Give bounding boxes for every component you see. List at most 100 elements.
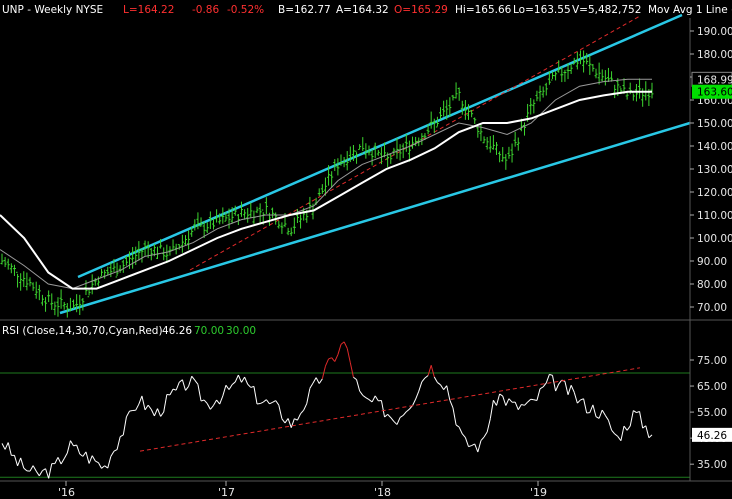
- rsi-segment: [415, 391, 420, 400]
- price-tick-label: 190.00: [697, 26, 732, 38]
- rsi-segment: [393, 421, 398, 425]
- rsi-segment: [371, 395, 376, 403]
- price-bar: [395, 138, 399, 159]
- symbol-label: UNP - Weekly NYSE: [2, 4, 103, 16]
- price-tick-label: 130.00: [697, 164, 732, 176]
- price-bar: [320, 184, 324, 194]
- price-bar: [501, 147, 505, 162]
- rsi-pane: [0, 341, 690, 479]
- price-bar: [414, 136, 418, 147]
- rsi-segment: [306, 388, 311, 404]
- price-box-last-label: 163.60: [697, 87, 732, 99]
- rsi-segment: [477, 440, 482, 453]
- price-bar: [610, 71, 614, 82]
- rsi-segment: [604, 415, 609, 421]
- rsi-segment: [60, 458, 65, 465]
- rsi-segment: [73, 444, 77, 447]
- price-bar: [118, 265, 122, 273]
- price-bar: [90, 274, 94, 295]
- rsi-segment: [489, 400, 494, 419]
- price-pane: [0, 13, 691, 318]
- rsi-segment: [471, 443, 475, 447]
- rsi-segment: [157, 408, 162, 417]
- price-bar: [271, 207, 275, 219]
- rsi-segment: [122, 416, 127, 436]
- high-label: Hi=165.66: [455, 4, 512, 16]
- rsi-segment: [194, 379, 199, 385]
- rsi-segment: [486, 418, 491, 433]
- rsi-segment: [265, 399, 270, 405]
- rsi-segment: [1, 443, 6, 450]
- rsi-segment: [76, 444, 81, 455]
- rsi-segment: [583, 398, 588, 414]
- price-bar: [59, 289, 63, 309]
- rsi-segment: [169, 388, 174, 396]
- price-bar: [0, 253, 4, 265]
- rsi-segment: [147, 404, 152, 410]
- rsi-segment: [440, 384, 445, 390]
- price-bar: [448, 97, 452, 117]
- rsi-segment: [623, 425, 628, 431]
- rsi-segment: [309, 382, 314, 389]
- price-bar: [569, 63, 573, 74]
- chart-canvas: 70.00 80.00 90.00 100.00 110.00 120.00 130.00 1…: [0, 4, 732, 499]
- price-bar: [258, 203, 262, 223]
- price-bar: [205, 222, 209, 233]
- price-bar: [494, 141, 498, 155]
- price-bar: [498, 151, 502, 163]
- rsi-segment: [642, 425, 647, 429]
- price-bar: [100, 268, 104, 278]
- price-bar: [560, 66, 564, 83]
- rsi-segment: [374, 395, 379, 402]
- rsi-segment: [499, 393, 503, 397]
- price-bar: [554, 71, 558, 81]
- rsi-segment: [399, 414, 404, 418]
- rsi-dashed-trend: [139, 367, 641, 452]
- price-bar: [451, 94, 455, 101]
- price-bar: [239, 201, 243, 217]
- rsi-segment: [312, 377, 317, 384]
- date-tick-label: '17: [218, 486, 235, 499]
- price-bar: [22, 271, 26, 288]
- rsi-segment: [213, 399, 218, 406]
- rsi-segment: [17, 457, 22, 467]
- rsi-segment: [455, 424, 460, 428]
- price-bar: [156, 246, 160, 260]
- rsi-segment: [129, 410, 133, 412]
- price-bar: [606, 67, 610, 82]
- rsi-segment: [380, 400, 386, 418]
- rsi-segment: [66, 440, 71, 454]
- price-bar: [358, 144, 362, 150]
- rsi-segment: [269, 401, 273, 405]
- rsi-segment: [480, 436, 485, 441]
- rsi-segment: [340, 341, 345, 345]
- rsi-segment: [178, 379, 183, 383]
- rsi-segment: [595, 416, 600, 419]
- rsi-segment: [228, 384, 233, 390]
- rsi-segment: [617, 436, 622, 442]
- rsi-segment: [421, 377, 426, 383]
- price-bar: [56, 297, 60, 317]
- rsi-segment: [412, 398, 417, 406]
- price-bar: [482, 136, 486, 144]
- price-tick-label: 90.00: [697, 256, 727, 268]
- price-bar: [563, 69, 567, 82]
- price-bar: [286, 227, 290, 236]
- rsi-segment: [95, 460, 99, 464]
- rsi-segment: [91, 455, 96, 462]
- rsi-segment: [281, 418, 286, 424]
- price-tick-label: 80.00: [697, 279, 727, 291]
- price-bar: [44, 297, 48, 312]
- rsi-segment: [530, 398, 534, 401]
- channel-upper-line: [77, 13, 683, 279]
- rsi-segment: [427, 365, 432, 376]
- price-bar: [591, 64, 595, 72]
- rsi-segment: [334, 354, 339, 362]
- rsi-segment: [418, 381, 423, 392]
- ask-label: A=164.32: [336, 4, 389, 16]
- price-tick-label: 70.00: [697, 302, 727, 314]
- rsi-segment: [443, 385, 448, 390]
- price-bar: [538, 85, 542, 102]
- rsi-segment: [589, 404, 594, 413]
- rsi-segment: [284, 418, 289, 424]
